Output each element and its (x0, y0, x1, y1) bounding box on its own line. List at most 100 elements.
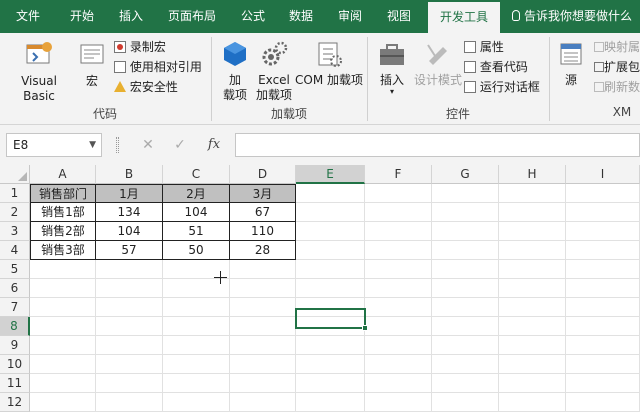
cell-g4[interactable] (432, 241, 499, 260)
cell-h1[interactable] (499, 184, 566, 203)
cell-b6[interactable] (96, 279, 163, 298)
cell-b1[interactable]: 1月 (96, 184, 163, 203)
macro-security-button[interactable]: 宏安全性 (114, 78, 178, 96)
cell-a2[interactable]: 销售1部 (30, 203, 96, 222)
design-mode-button[interactable]: 设计模式 (414, 39, 462, 88)
cancel-entry-icon[interactable]: ✕ (140, 133, 156, 157)
cell-f7[interactable] (365, 298, 432, 317)
cell-d9[interactable] (230, 336, 296, 355)
cell-c10[interactable] (163, 355, 230, 374)
column-header-h[interactable]: H (499, 165, 566, 184)
cell-b4[interactable]: 57 (96, 241, 163, 260)
expansion-packs-button[interactable]: 扩展包 (594, 58, 640, 76)
row-header-1[interactable]: 1 (0, 184, 30, 203)
cell-g1[interactable] (432, 184, 499, 203)
row-header-7[interactable]: 7 (0, 298, 30, 317)
tab-review[interactable]: 审阅 (326, 0, 374, 33)
cell-f5[interactable] (365, 260, 432, 279)
map-properties-button[interactable]: 映射属 (594, 38, 640, 56)
properties-button[interactable]: 属性 (464, 38, 504, 56)
cell-d11[interactable] (230, 374, 296, 393)
cell-f8[interactable] (365, 317, 432, 336)
tab-developer[interactable]: 开发工具 (428, 2, 500, 33)
worksheet-grid[interactable]: ABCDEFGHI 1 2 3 4 5 6 7 8 9 10 11 12 销售部门 1月 2月 3月 销售1部… (0, 165, 640, 412)
cell-h9[interactable] (499, 336, 566, 355)
cell-f10[interactable] (365, 355, 432, 374)
tell-me-search[interactable]: 告诉我你想要做什么 (512, 0, 632, 33)
cell-g12[interactable] (432, 393, 499, 412)
cell-a6[interactable] (30, 279, 96, 298)
cell-b11[interactable] (96, 374, 163, 393)
cell-a12[interactable] (30, 393, 96, 412)
cell-f6[interactable] (365, 279, 432, 298)
cell-h2[interactable] (499, 203, 566, 222)
cell-g9[interactable] (432, 336, 499, 355)
cell-f3[interactable] (365, 222, 432, 241)
cell-h11[interactable] (499, 374, 566, 393)
cell-i4[interactable] (566, 241, 640, 260)
cell-b2[interactable]: 134 (96, 203, 163, 222)
cell-h7[interactable] (499, 298, 566, 317)
cell-i6[interactable] (566, 279, 640, 298)
cell-g11[interactable] (432, 374, 499, 393)
cell-e12[interactable] (296, 393, 365, 412)
cell-b3[interactable]: 104 (96, 222, 163, 241)
cell-h10[interactable] (499, 355, 566, 374)
tab-data[interactable]: 数据 (276, 0, 326, 33)
cell-f9[interactable] (365, 336, 432, 355)
cell-b5[interactable] (96, 260, 163, 279)
row-header-12[interactable]: 12 (0, 393, 30, 412)
column-header-b[interactable]: B (96, 165, 163, 184)
visual-basic-button[interactable]: Visual Basic (4, 39, 74, 104)
cell-h6[interactable] (499, 279, 566, 298)
cell-a10[interactable] (30, 355, 96, 374)
select-all-corner[interactable] (0, 165, 30, 184)
cell-e6[interactable] (296, 279, 365, 298)
cell-i2[interactable] (566, 203, 640, 222)
row-header-6[interactable]: 6 (0, 279, 30, 298)
name-box[interactable]: E8 ▼ (6, 133, 102, 157)
cell-f12[interactable] (365, 393, 432, 412)
cell-c3[interactable]: 51 (163, 222, 230, 241)
chevron-down-icon[interactable]: ▼ (89, 134, 96, 156)
row-header-11[interactable]: 11 (0, 374, 30, 393)
cell-a8[interactable] (30, 317, 96, 336)
cell-e11[interactable] (296, 374, 365, 393)
column-header-i[interactable]: I (566, 165, 640, 184)
cell-c11[interactable] (163, 374, 230, 393)
relative-reference-button[interactable]: 使用相对引用 (114, 58, 202, 76)
cell-d3[interactable]: 110 (230, 222, 296, 241)
tab-page-layout[interactable]: 页面布局 (154, 0, 230, 33)
insert-control-button[interactable]: 插入 ▾ (372, 39, 412, 96)
tab-home[interactable]: 开始 (56, 0, 108, 33)
cell-g8[interactable] (432, 317, 499, 336)
tab-view[interactable]: 视图 (374, 0, 424, 33)
cell-e1[interactable] (296, 184, 365, 203)
cell-e3[interactable] (296, 222, 365, 241)
insert-function-icon[interactable]: fx (204, 133, 224, 157)
cell-b9[interactable] (96, 336, 163, 355)
row-header-3[interactable]: 3 (0, 222, 30, 241)
cell-i9[interactable] (566, 336, 640, 355)
cell-h3[interactable] (499, 222, 566, 241)
cell-f1[interactable] (365, 184, 432, 203)
cell-h5[interactable] (499, 260, 566, 279)
cell-i8[interactable] (566, 317, 640, 336)
cell-g6[interactable] (432, 279, 499, 298)
row-header-5[interactable]: 5 (0, 260, 30, 279)
cell-f11[interactable] (365, 374, 432, 393)
cell-e4[interactable] (296, 241, 365, 260)
cell-f2[interactable] (365, 203, 432, 222)
cell-g2[interactable] (432, 203, 499, 222)
record-macro-button[interactable]: 录制宏 (114, 38, 166, 56)
excel-addins-button[interactable]: Excel 加载项 (254, 39, 294, 103)
row-header-4[interactable]: 4 (0, 241, 30, 260)
row-header-8[interactable]: 8 (0, 317, 30, 336)
tab-insert[interactable]: 插入 (108, 0, 154, 33)
confirm-entry-icon[interactable]: ✓ (172, 133, 188, 157)
cell-d6[interactable] (230, 279, 296, 298)
cell-a3[interactable]: 销售2部 (30, 222, 96, 241)
cell-b7[interactable] (96, 298, 163, 317)
cell-d10[interactable] (230, 355, 296, 374)
row-header-2[interactable]: 2 (0, 203, 30, 222)
